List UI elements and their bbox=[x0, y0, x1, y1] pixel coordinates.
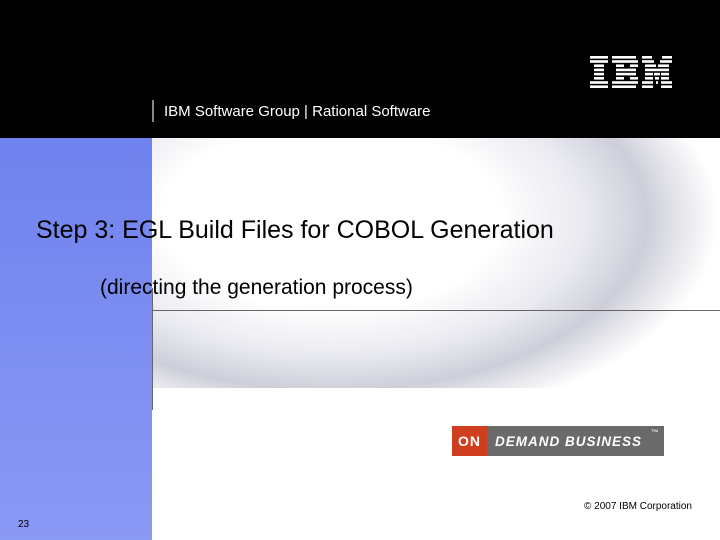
ibm-logo-svg bbox=[590, 56, 672, 88]
header-rule bbox=[152, 100, 154, 122]
badge-rest: DEMAND BUSINESS ™ bbox=[487, 426, 664, 456]
copyright-text: © 2007 IBM Corporation bbox=[584, 501, 692, 512]
page-number: 23 bbox=[18, 519, 29, 530]
badge-rest-text: DEMAND BUSINESS bbox=[495, 434, 642, 449]
slide-subtitle: (directing the generation process) bbox=[100, 276, 413, 300]
slide-title: Step 3: EGL Build Files for COBOL Genera… bbox=[36, 216, 696, 245]
header-group-label: IBM Software Group | Rational Software bbox=[164, 103, 431, 120]
header-group-line: IBM Software Group | Rational Software bbox=[152, 100, 431, 122]
slide: IBM Software Group | Rational Software S… bbox=[0, 0, 720, 540]
badge-on: ON bbox=[452, 426, 487, 456]
trademark-icon: ™ bbox=[651, 428, 660, 437]
on-demand-business-badge: ON DEMAND BUSINESS ™ bbox=[452, 426, 664, 456]
vertical-divider bbox=[152, 288, 153, 410]
ibm-logo bbox=[590, 56, 672, 88]
left-blue-column bbox=[0, 138, 152, 540]
background-glow bbox=[152, 138, 720, 388]
horizontal-divider bbox=[152, 310, 720, 311]
